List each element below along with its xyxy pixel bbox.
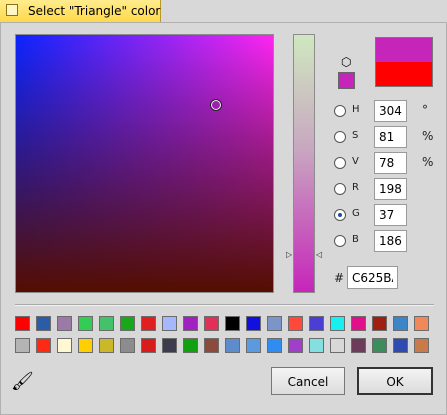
saturation-input[interactable] <box>374 126 407 148</box>
color-picker-cursor[interactable] <box>210 99 222 111</box>
color-swatch[interactable] <box>372 338 387 353</box>
eyedropper-icon[interactable]: 🖌 <box>11 371 34 393</box>
window-title: Select "Triangle" color <box>28 4 161 18</box>
field-row-r: R <box>334 178 444 200</box>
red-input[interactable] <box>374 178 407 200</box>
color-swatch[interactable] <box>414 338 429 353</box>
color-swatch[interactable] <box>120 338 135 353</box>
value-slider[interactable] <box>293 34 315 293</box>
color-swatch[interactable] <box>120 316 135 331</box>
color-swatch[interactable] <box>267 338 282 353</box>
old-color-preview[interactable] <box>376 62 432 86</box>
radio-r[interactable] <box>334 183 346 195</box>
title-bar: Select "Triangle" color <box>0 0 447 24</box>
radio-s[interactable] <box>334 131 346 143</box>
color-swatch[interactable] <box>288 338 303 353</box>
color-swatch[interactable] <box>99 316 114 331</box>
color-swatch[interactable] <box>183 316 198 331</box>
radio-g[interactable] <box>334 209 346 221</box>
color-swatch[interactable] <box>141 338 156 353</box>
radio-v[interactable] <box>334 157 346 169</box>
radio-h[interactable] <box>334 105 346 117</box>
color-swatch[interactable] <box>57 316 72 331</box>
color-swatch[interactable] <box>15 338 30 353</box>
cube-icon[interactable]: ⬡ <box>341 56 353 68</box>
color-swatch[interactable] <box>309 338 324 353</box>
field-row-b: B <box>334 230 444 252</box>
color-swatch[interactable] <box>330 338 345 353</box>
color-swatch[interactable] <box>183 338 198 353</box>
color-swatch-grid <box>15 316 435 356</box>
color-swatch[interactable] <box>267 316 282 331</box>
color-swatch[interactable] <box>57 338 72 353</box>
color-swatch[interactable] <box>393 338 408 353</box>
color-swatch[interactable] <box>99 338 114 353</box>
color-swatch[interactable] <box>36 338 51 353</box>
web-safe-color-swatch[interactable] <box>338 72 355 89</box>
green-input[interactable] <box>374 204 407 226</box>
field-unit-s: % <box>422 129 434 143</box>
hex-input[interactable] <box>347 266 398 289</box>
color-swatch[interactable] <box>372 316 387 331</box>
ok-button[interactable]: OK <box>357 367 433 395</box>
field-label-g: G <box>352 208 360 219</box>
color-swatch[interactable] <box>204 316 219 331</box>
field-label-s: S <box>352 130 359 141</box>
field-row-s: S % <box>334 126 444 148</box>
color-swatch[interactable] <box>225 316 240 331</box>
field-row-g: G <box>334 204 444 226</box>
color-swatch[interactable] <box>78 316 93 331</box>
color-swatch[interactable] <box>330 316 345 331</box>
new-color-preview <box>376 38 432 62</box>
color-swatch[interactable] <box>162 316 177 331</box>
hue-input[interactable] <box>374 100 407 122</box>
color-swatch[interactable] <box>351 316 366 331</box>
color-swatch[interactable] <box>351 338 366 353</box>
gradient-overlay <box>16 35 273 292</box>
color-swatch[interactable] <box>246 338 261 353</box>
window-icon <box>6 4 18 16</box>
color-swatch[interactable] <box>141 316 156 331</box>
field-label-v: V <box>352 156 359 167</box>
field-unit-v: % <box>422 155 434 169</box>
color-swatch[interactable] <box>78 338 93 353</box>
color-swatch[interactable] <box>15 316 30 331</box>
blue-input[interactable] <box>374 230 407 252</box>
field-unit-h: ° <box>422 103 428 117</box>
radio-b[interactable] <box>334 235 346 247</box>
color-swatch[interactable] <box>36 316 51 331</box>
color-swatch[interactable] <box>393 316 408 331</box>
color-preview <box>375 37 433 87</box>
color-swatch[interactable] <box>414 316 429 331</box>
cancel-button[interactable]: Cancel <box>271 367 345 395</box>
color-swatch[interactable] <box>162 338 177 353</box>
separator <box>15 304 434 306</box>
saturation-value-field[interactable] <box>15 34 274 293</box>
field-label-b: B <box>352 234 359 245</box>
color-swatch[interactable] <box>246 316 261 331</box>
slider-left-arrow-icon[interactable]: ▷ <box>286 251 292 259</box>
field-label-h: H <box>352 104 360 115</box>
slider-right-arrow-icon[interactable]: ◁ <box>316 251 322 259</box>
color-swatch[interactable] <box>288 316 303 331</box>
field-row-h: H ° <box>334 100 444 122</box>
window-tab[interactable]: Select "Triangle" color <box>0 0 161 23</box>
hex-label: # <box>334 271 345 285</box>
field-label-r: R <box>352 182 359 193</box>
color-swatch[interactable] <box>225 338 240 353</box>
color-swatch[interactable] <box>204 338 219 353</box>
color-swatch[interactable] <box>309 316 324 331</box>
title-bar-background <box>161 0 447 24</box>
value-input[interactable] <box>374 152 407 174</box>
field-row-v: V % <box>334 152 444 174</box>
